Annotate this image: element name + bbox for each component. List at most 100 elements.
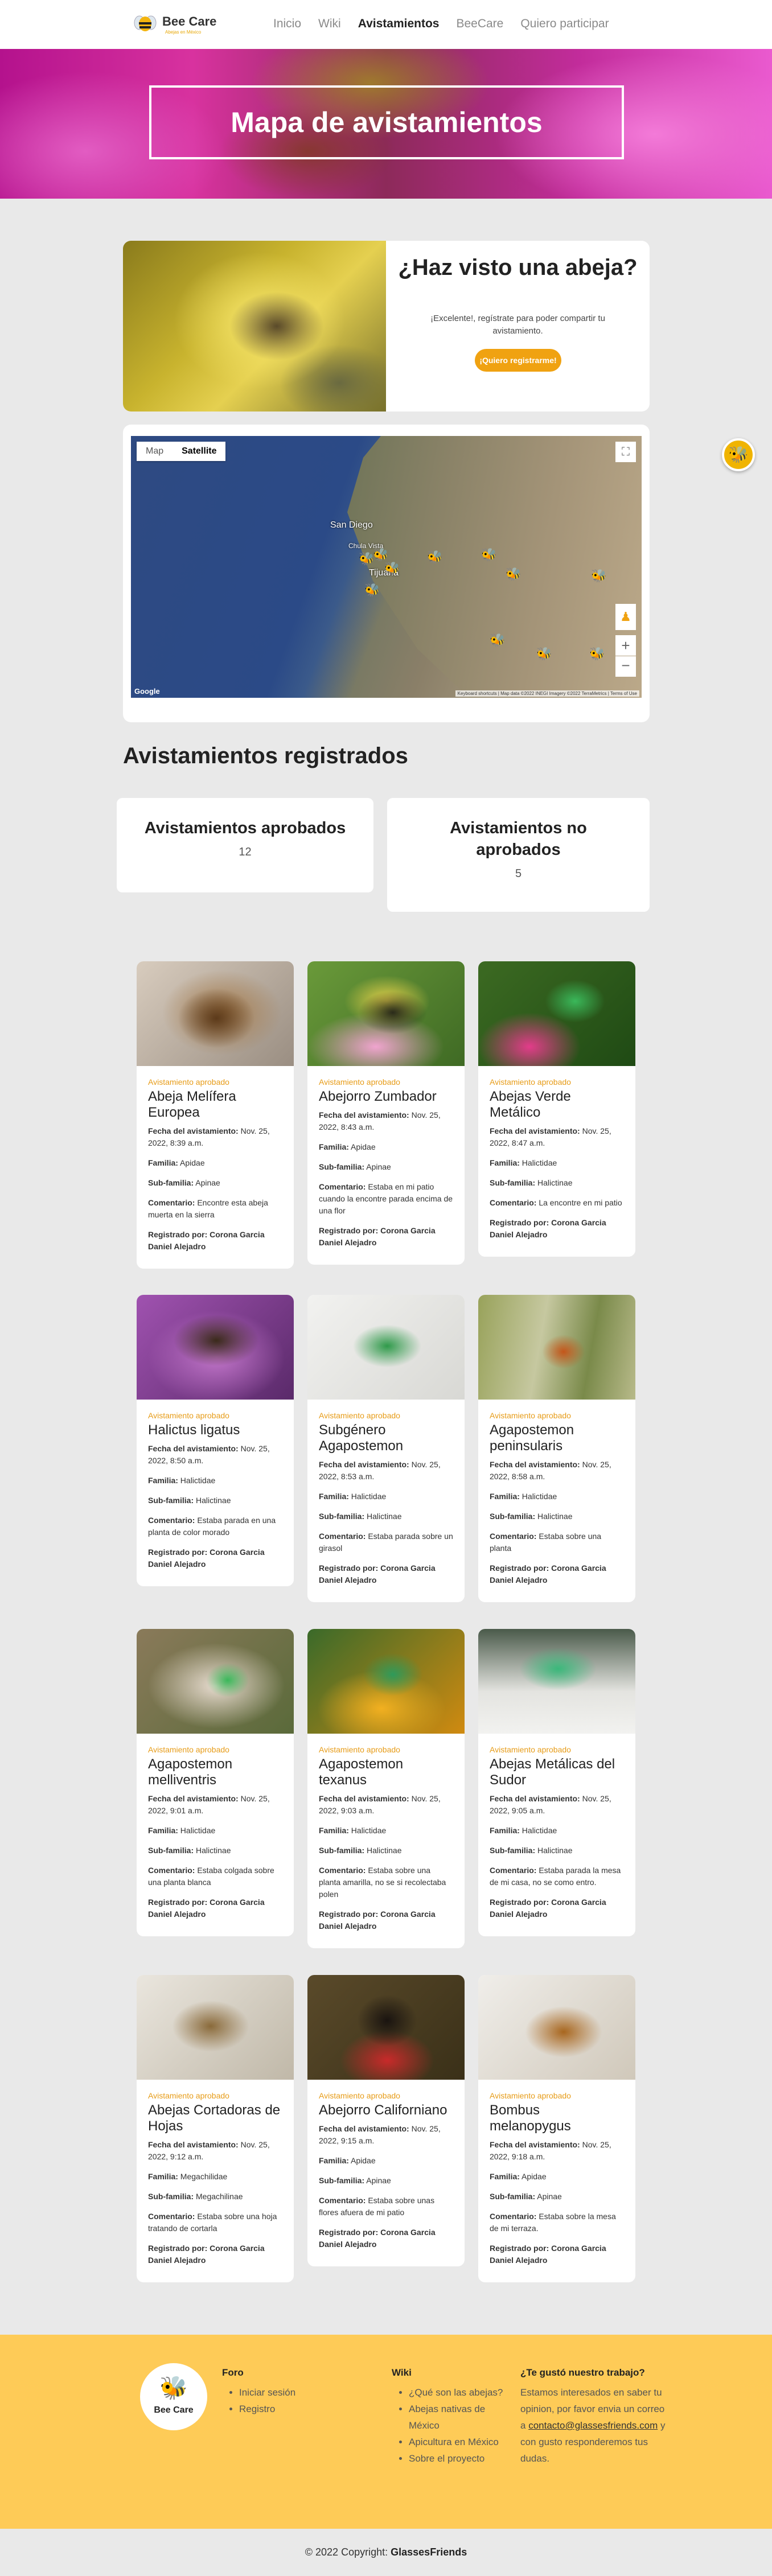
sightings-map[interactable]: Map Satellite ⛶ ♟ + − San Diego Chula Vi… <box>131 436 642 698</box>
signup-text: ¡Excelente!, regístrate para poder compa… <box>430 314 605 336</box>
registered-by-label: Registrado por: <box>148 1898 208 1907</box>
not-approved-stat-label: Avistamientos no aprobados <box>450 819 587 859</box>
sighting-family: Apidae <box>180 1158 205 1167</box>
sighting-card[interactable]: Avistamiento aprobado Abejas Metálicas d… <box>478 1629 635 1936</box>
bee-marker-icon[interactable]: 🐝 <box>359 553 374 565</box>
floating-bee-icon[interactable]: 🐝 <box>722 438 755 471</box>
footer-contact-email-link[interactable]: contacto@glassesfriends.com <box>528 2420 658 2431</box>
nav-avistamientos[interactable]: Avistamientos <box>358 17 440 31</box>
family-label: Familia: <box>319 1492 349 1501</box>
signup-title: ¿Haz visto una abeja? <box>398 255 638 280</box>
sighting-card[interactable]: Avistamiento aprobado Abeja Melífera Eur… <box>137 961 294 1269</box>
comment-label: Comentario: <box>490 1532 537 1541</box>
date-label: Fecha del avistamiento: <box>319 1794 409 1803</box>
sighting-comment: La encontre en mi patio <box>539 1198 622 1207</box>
bee-marker-icon[interactable]: 🐝 <box>373 549 388 561</box>
sighting-subfamily: Halictinae <box>537 1846 573 1855</box>
sighting-subfamily: Halictinae <box>367 1512 402 1521</box>
nav-wiki[interactable]: Wiki <box>318 17 341 31</box>
sighting-status: Avistamiento aprobado <box>148 1411 229 1420</box>
bee-marker-icon[interactable]: 🐝 <box>427 551 442 563</box>
footer-login-link[interactable]: Iniciar sesión <box>239 2387 295 2398</box>
family-label: Familia: <box>148 1826 178 1835</box>
comment-label: Comentario: <box>490 1866 537 1875</box>
map-type-satellite-button[interactable]: Satellite <box>173 442 225 461</box>
brand-logo[interactable]: Bee Care Abejas en México <box>133 10 216 35</box>
date-label: Fecha del avistamiento: <box>148 1126 239 1135</box>
subfamily-label: Sub-familia: <box>319 1162 365 1171</box>
sighting-photo <box>307 1629 465 1734</box>
signup-body: ¿Haz visto una abeja? ¡Excelente!, regís… <box>386 241 650 411</box>
register-button[interactable]: ¡Quiero registrarme! <box>475 349 561 372</box>
approved-stat-card: Avistamientos aprobados 12 <box>117 798 373 892</box>
family-label: Familia: <box>490 1492 520 1501</box>
footer-wiki-link-apicultura[interactable]: Apicultura en México <box>409 2437 499 2447</box>
sighting-card[interactable]: Avistamiento aprobado Agapostemon penins… <box>478 1295 635 1602</box>
sighting-photo <box>478 961 635 1066</box>
sighting-card[interactable]: Avistamiento aprobado Agapostemon melliv… <box>137 1629 294 1936</box>
sighting-card[interactable]: Avistamiento aprobado Agapostemon texanu… <box>307 1629 465 1948</box>
bee-marker-icon[interactable]: 🐝 <box>536 648 552 660</box>
comment-label: Comentario: <box>319 1866 366 1875</box>
sighting-card[interactable]: Avistamiento aprobado Abejorro Zumbador … <box>307 961 465 1265</box>
bee-marker-icon[interactable]: 🐝 <box>591 570 606 582</box>
bee-marker-icon[interactable]: 🐝 <box>364 584 380 596</box>
sighting-family: Halictidae <box>180 1476 216 1485</box>
sighting-status: Avistamiento aprobado <box>319 1745 400 1754</box>
bee-marker-icon[interactable]: 🐝 <box>506 568 521 581</box>
registered-by-label: Registrado por: <box>148 2244 208 2253</box>
approved-stat-label: Avistamientos aprobados <box>144 819 346 837</box>
date-label: Fecha del avistamiento: <box>319 2124 409 2133</box>
street-view-pegman-icon[interactable]: ♟ <box>615 604 636 630</box>
registered-by-label: Registrado por: <box>490 1218 549 1227</box>
zoom-in-button[interactable]: + <box>615 635 636 656</box>
registered-by-label: Registrado por: <box>490 2244 549 2253</box>
bee-marker-icon[interactable]: 🐝 <box>384 562 400 575</box>
sighting-subfamily: Apinae <box>195 1178 220 1187</box>
bee-marker-icon[interactable]: 🐝 <box>490 634 505 647</box>
sighting-photo <box>307 961 465 1066</box>
footer-logo[interactable]: 🐝 Bee Care <box>140 2363 207 2430</box>
page-title: Mapa de avistamientos <box>231 106 543 138</box>
nav-beecare[interactable]: BeeCare <box>456 17 503 31</box>
fullscreen-icon[interactable]: ⛶ <box>615 442 636 462</box>
map-type-map-button[interactable]: Map <box>137 442 173 461</box>
sighting-subfamily: Megachilinae <box>196 2192 243 2201</box>
bee-marker-icon[interactable]: 🐝 <box>589 648 605 660</box>
map-attribution[interactable]: Keyboard shortcuts | Map data ©2022 INEG… <box>455 690 639 697</box>
nav-quiero-participar[interactable]: Quiero participar <box>520 17 609 31</box>
sighting-card[interactable]: Avistamiento aprobado Halictus ligatus F… <box>137 1295 294 1586</box>
registered-by-label: Registrado por: <box>319 1226 379 1235</box>
sighting-card[interactable]: Avistamiento aprobado Subgénero Agaposte… <box>307 1295 465 1602</box>
footer-foro-column: Foro Iniciar sesión Registro <box>222 2364 364 2417</box>
footer-register-link[interactable]: Registro <box>239 2404 275 2414</box>
family-label: Familia: <box>490 1158 520 1167</box>
sighting-status: Avistamiento aprobado <box>319 1411 400 1420</box>
family-label: Familia: <box>319 1142 349 1151</box>
sighting-card[interactable]: Avistamiento aprobado Bombus melanopygus… <box>478 1975 635 2282</box>
sighting-card[interactable]: Avistamiento aprobado Abejorro Californi… <box>307 1975 465 2266</box>
footer-wiki-link-sobre-proyecto[interactable]: Sobre el proyecto <box>409 2453 484 2464</box>
zoom-out-button[interactable]: − <box>615 656 636 677</box>
footer-wiki-link-abejas-nativas[interactable]: Abejas nativas de México <box>409 2404 485 2431</box>
main-nav: Inicio Wiki Avistamientos BeeCare Quiero… <box>273 17 626 31</box>
bee-icon: 🐝 <box>159 2376 188 2401</box>
footer-logo-text: Bee Care <box>154 2405 194 2415</box>
sighting-name: Abeja Melífera Europea <box>148 1089 236 1120</box>
sighting-card[interactable]: Avistamiento aprobado Abejas Verde Metál… <box>478 961 635 1257</box>
date-label: Fecha del avistamiento: <box>490 1460 580 1469</box>
nav-inicio[interactable]: Inicio <box>273 17 301 31</box>
signup-bee-photo <box>123 241 386 411</box>
sighting-name: Agapostemon melliventris <box>148 1756 233 1788</box>
navbar: Bee Care Abejas en México Inicio Wiki Av… <box>0 0 772 49</box>
comment-label: Comentario: <box>319 1182 366 1191</box>
subfamily-label: Sub-familia: <box>490 1178 536 1187</box>
comment-label: Comentario: <box>319 1532 366 1541</box>
comment-label: Comentario: <box>148 1516 195 1525</box>
family-label: Familia: <box>490 1826 520 1835</box>
footer-wiki-link-que-son[interactable]: ¿Qué son las abejas? <box>409 2387 503 2398</box>
sighting-photo <box>307 1975 465 2080</box>
sighting-card[interactable]: Avistamiento aprobado Abejas Cortadoras … <box>137 1975 294 2282</box>
bee-marker-icon[interactable]: 🐝 <box>481 549 496 561</box>
sighting-name: Agapostemon texanus <box>319 1756 404 1788</box>
